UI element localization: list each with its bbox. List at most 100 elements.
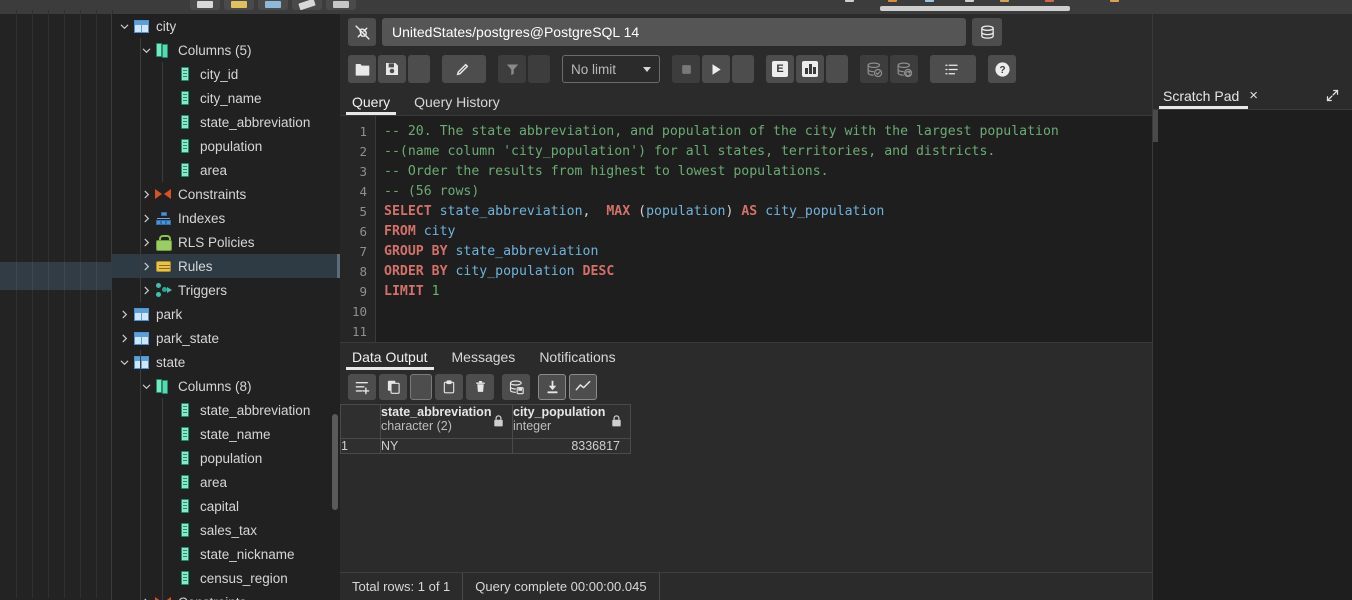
table-row[interactable]: 1NY8336817 [341,439,631,454]
execute-options-button[interactable] [732,55,754,83]
open-file-button[interactable] [348,55,376,83]
code-token: LIMIT [384,284,424,299]
connection-select[interactable]: UnitedStates/postgres@PostgreSQL 14 [382,18,966,46]
truncated-icon-7[interactable] [888,0,897,2]
truncated-icon-1[interactable] [190,0,220,10]
explain-analyze-button[interactable] [796,55,824,83]
scratch-pad-scrollbar[interactable] [1153,110,1158,142]
column-header-state_abbreviation[interactable]: state_abbreviation character (2) [381,405,513,439]
background-grid-cell-divider [96,206,97,234]
delete-button[interactable] [466,374,494,400]
sidebar-item-area[interactable]: area [112,470,340,494]
copy-options-button[interactable] [410,374,432,400]
explain-options-button[interactable] [826,55,848,83]
close-icon[interactable]: × [1249,87,1258,104]
background-grid-cell-divider [32,94,33,122]
execute-button[interactable] [702,55,730,83]
tab-scratch-pad[interactable]: Scratch Pad × [1153,82,1268,109]
total-rows-status: Total rows: 1 of 1 [340,573,463,600]
save-data-changes-button[interactable] [502,374,530,400]
rollback-button[interactable] [890,55,918,83]
truncated-icon-5[interactable] [326,0,356,10]
sidebar-scrollbar-thumb[interactable] [332,414,338,510]
sidebar-item-state[interactable]: state [112,350,340,374]
column-header-city_population[interactable]: city_population integer [513,405,631,439]
expand-scratch-pad-icon[interactable] [1313,82,1352,109]
truncated-icon-11[interactable] [1045,0,1054,2]
sidebar-item-park[interactable]: park [112,302,340,326]
sidebar-item-population[interactable]: population [112,134,340,158]
truncated-icon-6[interactable] [845,0,854,2]
background-grid-cell-divider [16,38,17,66]
tab-query-history[interactable]: Query History [402,88,512,115]
cell-city_population[interactable]: 8336817 [513,439,631,454]
chevron-right-icon[interactable] [116,330,132,346]
chevron-down-icon[interactable] [116,354,132,370]
tab-notifications[interactable]: Notifications [527,343,627,370]
object-browser-tree[interactable]: cityColumns (5)city_idcity_namestate_abb… [112,14,340,600]
background-grid-cell-divider [96,122,97,150]
sidebar-item-state-abbreviation[interactable]: state_abbreviation [112,110,340,134]
truncated-icon-2[interactable] [224,0,254,10]
filter-options-button[interactable] [528,55,550,83]
sidebar-item-census-region[interactable]: census_region [112,566,340,590]
help-button[interactable]: ? [988,55,1016,83]
macros-button[interactable] [930,55,976,83]
tab-data-output[interactable]: Data Output [340,343,440,370]
tab-messages[interactable]: Messages [440,343,528,370]
cell-state_abbreviation[interactable]: NY [381,439,513,454]
code-token: MAX [606,204,630,219]
stop-button[interactable] [672,55,700,83]
sidebar-item-label: Triggers [178,283,227,298]
sidebar-item-city-name[interactable]: city_name [112,86,340,110]
truncated-icon-4[interactable] [292,0,322,10]
sidebar-item-capital[interactable]: capital [112,494,340,518]
truncated-icon-9[interactable] [965,0,974,2]
add-row-button[interactable] [348,374,376,400]
sidebar-item-indexes[interactable]: Indexes [112,206,340,230]
explain-button[interactable]: E [766,55,794,83]
chevron-down-icon[interactable] [116,18,132,34]
sidebar-item-park-state[interactable]: park_state [112,326,340,350]
save-options-button[interactable] [408,55,430,83]
tree-indent-guide [162,62,163,182]
manage-connections-icon[interactable] [972,18,1002,46]
truncated-icon-3[interactable] [258,0,288,10]
save-file-button[interactable] [378,55,406,83]
tab-query[interactable]: Query [340,88,402,115]
disconnect-plug-icon[interactable] [348,18,376,46]
sidebar-item-city-id[interactable]: city_id [112,62,340,86]
graph-visualiser-button[interactable] [569,374,597,400]
scratch-pad-body[interactable] [1153,110,1352,600]
truncated-icon-12[interactable] [1110,0,1119,2]
sidebar-item-sales-tax[interactable]: sales_tax [112,518,340,542]
background-grid-cell-divider [16,234,17,262]
truncated-icon-10[interactable] [1000,0,1009,2]
row-limit-select[interactable]: No limit [562,55,660,83]
commit-button[interactable] [860,55,888,83]
edit-button[interactable] [442,55,486,83]
sidebar-item-rules[interactable]: Rules [112,254,340,278]
sidebar-item-state-nickname[interactable]: state_nickname [112,542,340,566]
background-grid-row [0,542,112,570]
chevron-right-icon[interactable] [116,306,132,322]
sidebar-item-city[interactable]: city [112,14,340,38]
sidebar-item-triggers[interactable]: Triggers [112,278,340,302]
copy-button[interactable] [379,374,407,400]
explain-group: E [766,55,848,83]
background-grid-cell-divider [64,150,65,178]
sidebar-item-state-name[interactable]: state_name [112,422,340,446]
sidebar-item-columns-5[interactable]: Columns (5) [112,38,340,62]
file-group [348,55,430,83]
sidebar-item-area[interactable]: area [112,158,340,182]
sidebar-item-constraints[interactable]: Constraints [112,182,340,206]
filter-button[interactable] [498,55,526,83]
sidebar-item-constraints[interactable]: Constraints [112,590,340,600]
truncated-icon-8[interactable] [925,0,934,2]
sidebar-item-rls-policies[interactable]: RLS Policies [112,230,340,254]
paste-button[interactable] [435,374,463,400]
sidebar-item-population[interactable]: population [112,446,340,470]
sidebar-item-state-abbreviation[interactable]: state_abbreviation [112,398,340,422]
sidebar-item-columns-8[interactable]: Columns (8) [112,374,340,398]
download-csv-button[interactable] [538,374,566,400]
